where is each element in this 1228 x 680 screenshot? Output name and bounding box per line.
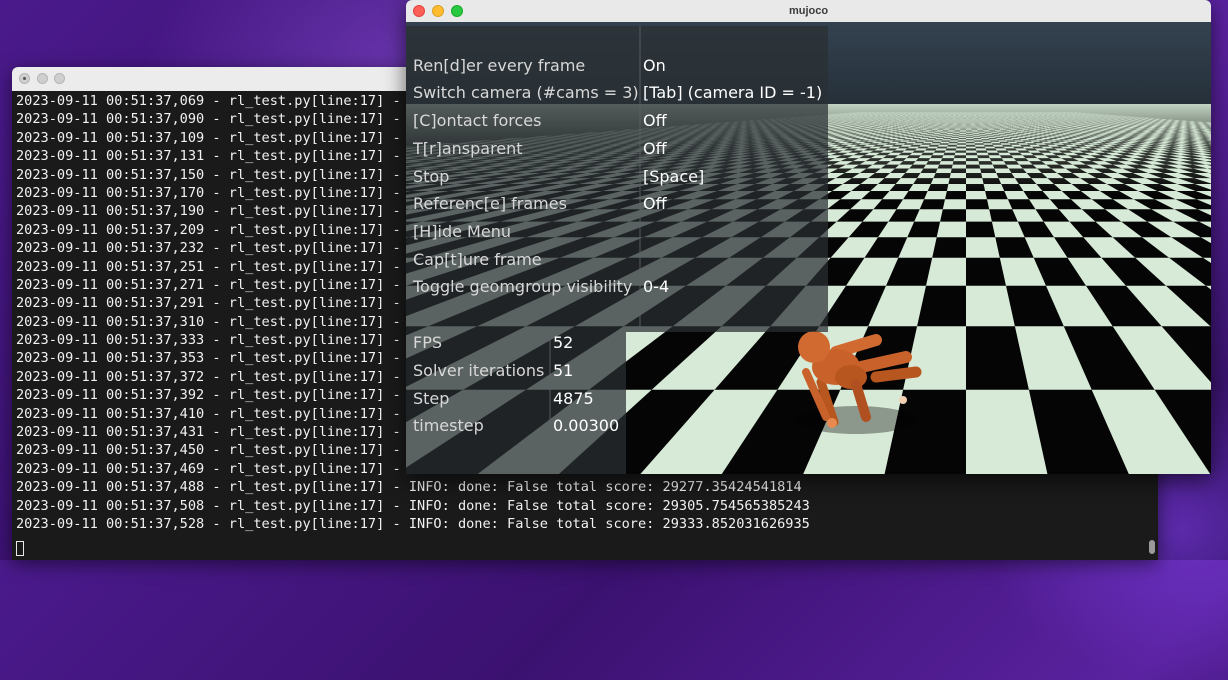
floor-tile — [943, 199, 966, 209]
minimize-button[interactable] — [37, 73, 48, 84]
zoom-button[interactable] — [54, 73, 65, 84]
window-title: mujoco — [406, 0, 1211, 22]
floor-tile — [937, 222, 966, 238]
sky — [406, 22, 1211, 104]
simulation-viewport[interactable] — [406, 22, 1211, 474]
floor-tile — [926, 258, 966, 286]
log-line: 2023-09-11 00:51:37,488 - rl_test.py[lin… — [16, 478, 1158, 496]
mujoco-window[interactable]: mujoco — [406, 0, 1211, 474]
floor-tile — [987, 199, 1012, 209]
close-button[interactable] — [19, 73, 30, 84]
floor-tile — [966, 237, 1000, 257]
mujoco-titlebar[interactable]: mujoco — [406, 0, 1211, 23]
log-line: 2023-09-11 00:51:37,528 - rl_test.py[lin… — [16, 515, 1158, 533]
terminal-scrollbar[interactable] — [1149, 540, 1155, 554]
floor-tile — [966, 209, 992, 221]
terminal-cursor — [16, 541, 24, 556]
log-line: 2023-09-11 00:51:37,508 - rl_test.py[lin… — [16, 497, 1158, 515]
